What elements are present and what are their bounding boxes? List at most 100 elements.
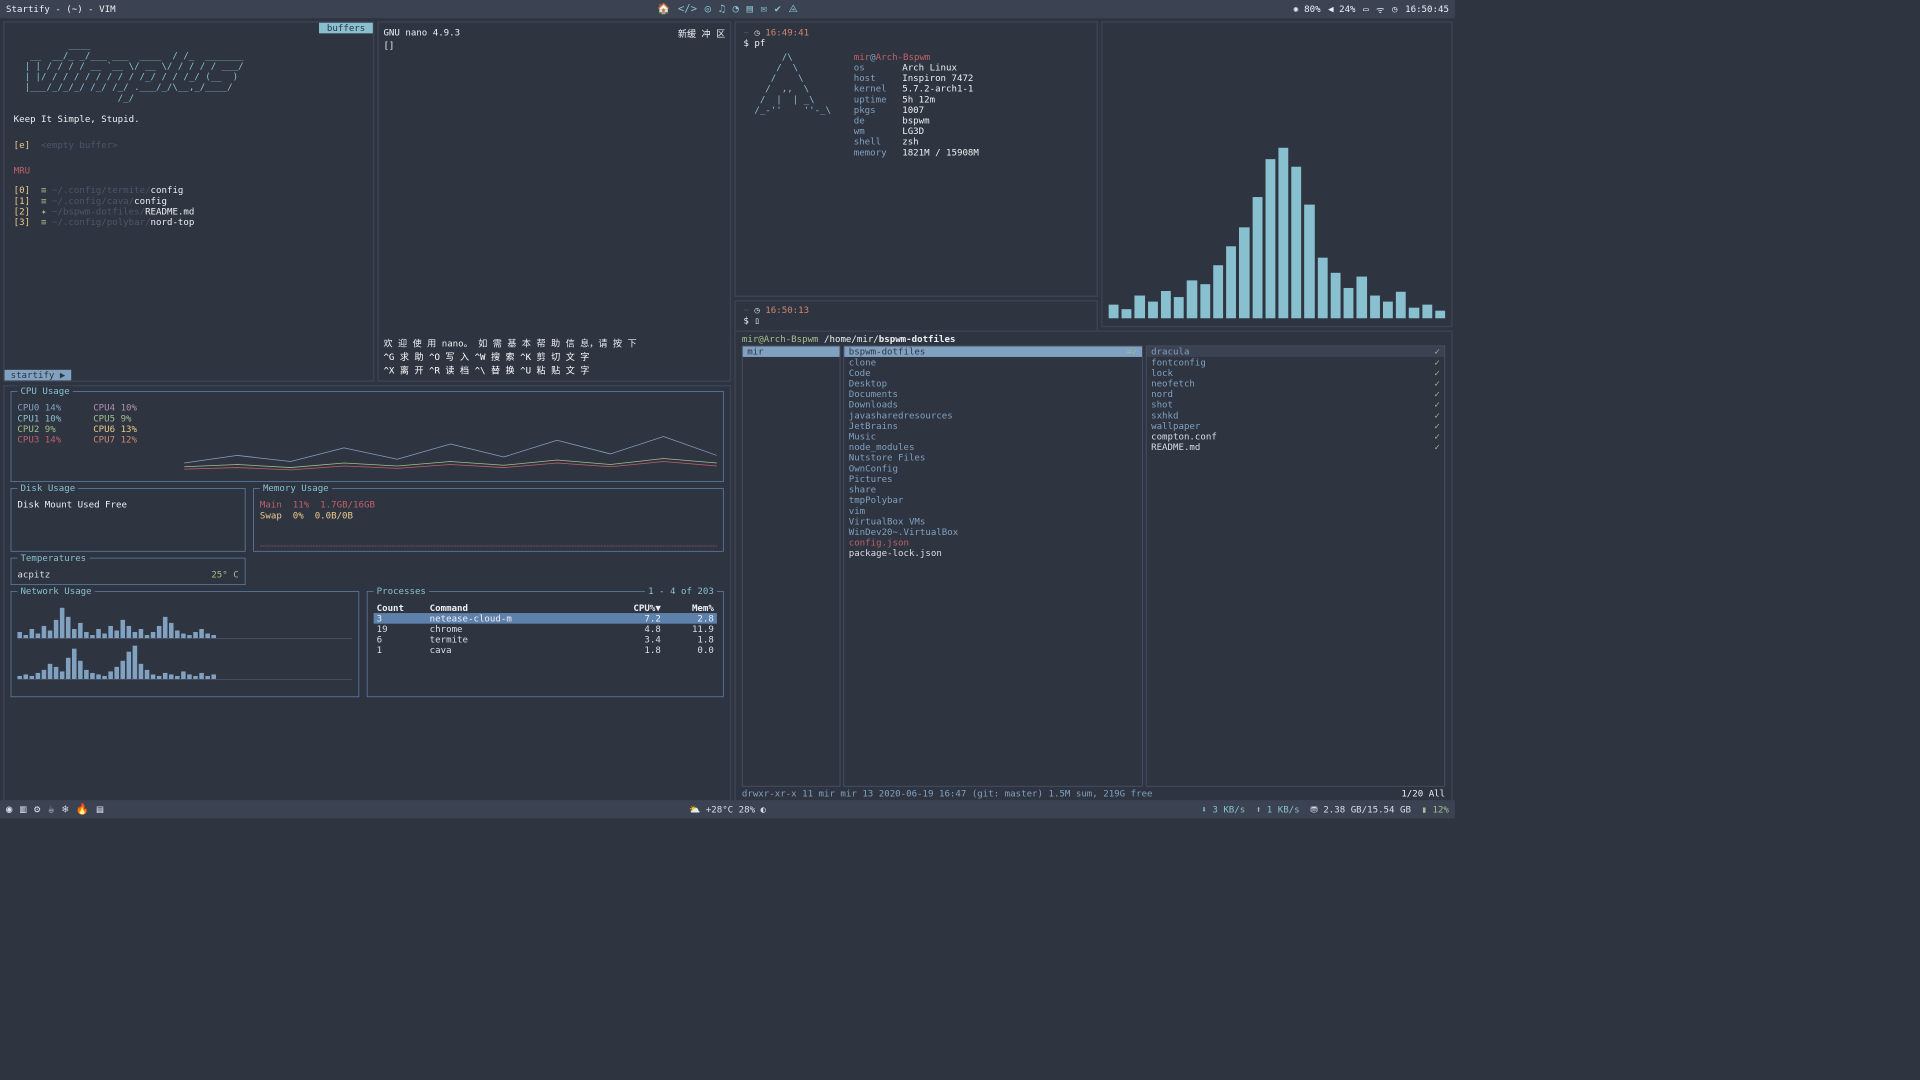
file-item[interactable]: shot✓: [1147, 399, 1445, 410]
tray-icon[interactable]: ◔: [733, 3, 739, 15]
mru-item[interactable]: [1] ≡ ~/.config/cava/config: [14, 196, 364, 207]
cpu-core: CPU0 14%: [17, 402, 93, 413]
vim-mru-label: MRU: [14, 165, 364, 176]
vim-empty-text: <empty buffer>: [41, 139, 118, 150]
process-row[interactable]: 6termite3.41.8: [374, 634, 717, 645]
term-prompt[interactable]: $ ▯: [743, 315, 1089, 326]
processes-box[interactable]: Processes 1 - 4 of 203 Count Command CPU…: [367, 591, 724, 697]
volume-indicator: ◀ 24%: [1328, 4, 1355, 15]
btm-monitor-pane[interactable]: CPU Usage CPU0 14%CPU4 10%CPU1 10%CPU5 9…: [3, 385, 731, 802]
pfetch-pane[interactable]: ~ ◷ 16:49:41 $ pf /\ / \ / \ / ,, \ / | …: [734, 21, 1098, 297]
file-item[interactable]: package-lock.json: [844, 548, 1142, 559]
nano-pane[interactable]: GNU nano 4.9.3 新缓 冲 区 [] 欢 迎 使 用 nano。 如…: [377, 21, 731, 382]
mru-item[interactable]: [2] ✦ ~/bspwm-dotfiles/README.md: [14, 206, 364, 217]
file-item[interactable]: clone: [844, 357, 1142, 368]
temp-value: 25° C: [211, 569, 238, 580]
proc-col-count[interactable]: Count: [374, 602, 427, 613]
file-item[interactable]: sxhkd✓: [1147, 410, 1445, 421]
file-item[interactable]: vim: [844, 505, 1142, 516]
proc-col-mem[interactable]: Mem%: [664, 602, 717, 613]
tray-icon[interactable]: ✉: [760, 3, 766, 15]
tray-icon[interactable]: ♫: [719, 3, 725, 15]
net-download: ⬇ 3 KB/s: [1201, 804, 1245, 815]
cava-bar: [1109, 305, 1119, 319]
file-item[interactable]: README.md✓: [1147, 442, 1445, 453]
file-item[interactable]: VirtualBox VMs: [844, 516, 1142, 527]
tray-icon[interactable]: ☕: [48, 803, 54, 815]
cava-bar: [1148, 302, 1158, 319]
mem-swap-pct: 0%: [293, 510, 304, 521]
tray-icon[interactable]: ▥: [20, 803, 26, 815]
tray-icon[interactable]: ⨹: [788, 3, 797, 15]
file-item[interactable]: compton.conf✓: [1147, 431, 1445, 442]
file-item[interactable]: mir: [743, 346, 840, 357]
cava-bar: [1291, 167, 1301, 319]
file-item[interactable]: Nutstore Files: [844, 452, 1142, 463]
mru-item[interactable]: [0] ≡ ~/.config/termite/config: [14, 185, 364, 196]
file-item[interactable]: javasharedresources: [844, 410, 1142, 421]
file-item[interactable]: WinDev20~.VirtualBox: [844, 527, 1142, 538]
tray-icon[interactable]: ❄: [62, 803, 68, 815]
mru-item[interactable]: [3] ≡ ~/.config/polybar/nord-top: [14, 217, 364, 228]
file-item[interactable]: Downloads: [844, 399, 1142, 410]
tray-icon[interactable]: ▤: [97, 803, 103, 815]
file-item[interactable]: wallpaper✓: [1147, 421, 1445, 432]
nano-help-line3: ^X 离 开 ^R 读 档 ^\ 替 换 ^U 粘 贴 文 字: [383, 364, 725, 378]
file-item[interactable]: bspwm-dotfiles=✓: [844, 346, 1142, 357]
file-item[interactable]: dracula✓: [1147, 346, 1445, 357]
mem-swap-val: 0.0B/0B: [315, 510, 353, 521]
file-item[interactable]: fontconfig✓: [1147, 357, 1445, 368]
clock-icon: ◷: [754, 27, 765, 38]
proc-col-command[interactable]: Command: [427, 602, 611, 613]
process-row[interactable]: 3netease-cloud-m7.22.8: [374, 613, 717, 624]
cpu-graph: [184, 402, 717, 470]
cava-bar: [1252, 197, 1262, 318]
tray-icon[interactable]: ◎: [705, 3, 711, 15]
tray-icon[interactable]: ✔: [774, 3, 780, 15]
mem-swap-key: Swap: [260, 510, 282, 521]
proc-col-cpu[interactable]: CPU%▼: [611, 602, 664, 613]
file-item[interactable]: tmpPolybar: [844, 495, 1142, 506]
vim-pane[interactable]: buffers ____ __ __/_ _/___ ___ ____ / /_…: [3, 21, 374, 382]
file-item[interactable]: Code: [844, 368, 1142, 379]
proc-label: Processes: [374, 586, 429, 597]
ranger-current: bspwm-dotfiles: [879, 333, 956, 344]
ranger-col-parent[interactable]: mir: [742, 346, 841, 787]
file-item[interactable]: nord✓: [1147, 389, 1445, 400]
file-item[interactable]: node_modules: [844, 442, 1142, 453]
battery-icon: ▭: [1363, 4, 1368, 15]
file-item[interactable]: share: [844, 484, 1142, 495]
tray-icon[interactable]: 🔥: [76, 803, 89, 815]
process-row[interactable]: 1cava1.80.0: [374, 645, 717, 656]
cava-bar: [1305, 205, 1315, 319]
file-item[interactable]: config.json: [844, 537, 1142, 548]
file-item[interactable]: Documents: [844, 389, 1142, 400]
tray-icon[interactable]: ▤: [747, 3, 753, 15]
file-item[interactable]: lock✓: [1147, 368, 1445, 379]
vim-tab-buffers[interactable]: buffers: [319, 23, 372, 34]
bottom-tray-icons[interactable]: ◉ ▥ ⚙ ☕ ❄ 🔥 ▤: [6, 803, 103, 815]
nano-buffer: 新缓 冲 区: [678, 27, 725, 40]
tray-icon[interactable]: ◉: [6, 803, 12, 815]
fetch-row: pkgs1007: [854, 105, 979, 116]
cpu-core: CPU6 13%: [93, 424, 169, 435]
file-item[interactable]: Music: [844, 431, 1142, 442]
disk-usage-box: Disk Usage Disk Mount Used Free: [11, 488, 246, 552]
file-item[interactable]: JetBrains: [844, 421, 1142, 432]
file-item[interactable]: neofetch✓: [1147, 378, 1445, 389]
clock-icon: ◷: [754, 305, 765, 316]
tray-icon[interactable]: </>: [678, 3, 697, 15]
nano-cursor: []: [383, 40, 725, 51]
file-item[interactable]: Pictures: [844, 474, 1142, 485]
ranger-col-preview[interactable]: dracula✓fontconfig✓lock✓neofetch✓nord✓sh…: [1146, 346, 1445, 787]
fetch-row: memory1821M / 15908M: [854, 147, 979, 158]
file-item[interactable]: Desktop: [844, 378, 1142, 389]
file-item[interactable]: OwnConfig: [844, 463, 1142, 474]
cava-bar: [1174, 297, 1184, 318]
cava-bar: [1213, 265, 1223, 318]
process-row[interactable]: 19chrome4.811.9: [374, 624, 717, 635]
tray-icon[interactable]: 🏠: [657, 3, 670, 15]
ranger-pane[interactable]: mir@Arch-Bspwm /home/mir/bspwm-dotfiles …: [734, 330, 1452, 801]
tray-icon[interactable]: ⚙: [34, 803, 40, 815]
ranger-col-current[interactable]: bspwm-dotfiles=✓cloneCodeDesktopDocument…: [843, 346, 1142, 787]
